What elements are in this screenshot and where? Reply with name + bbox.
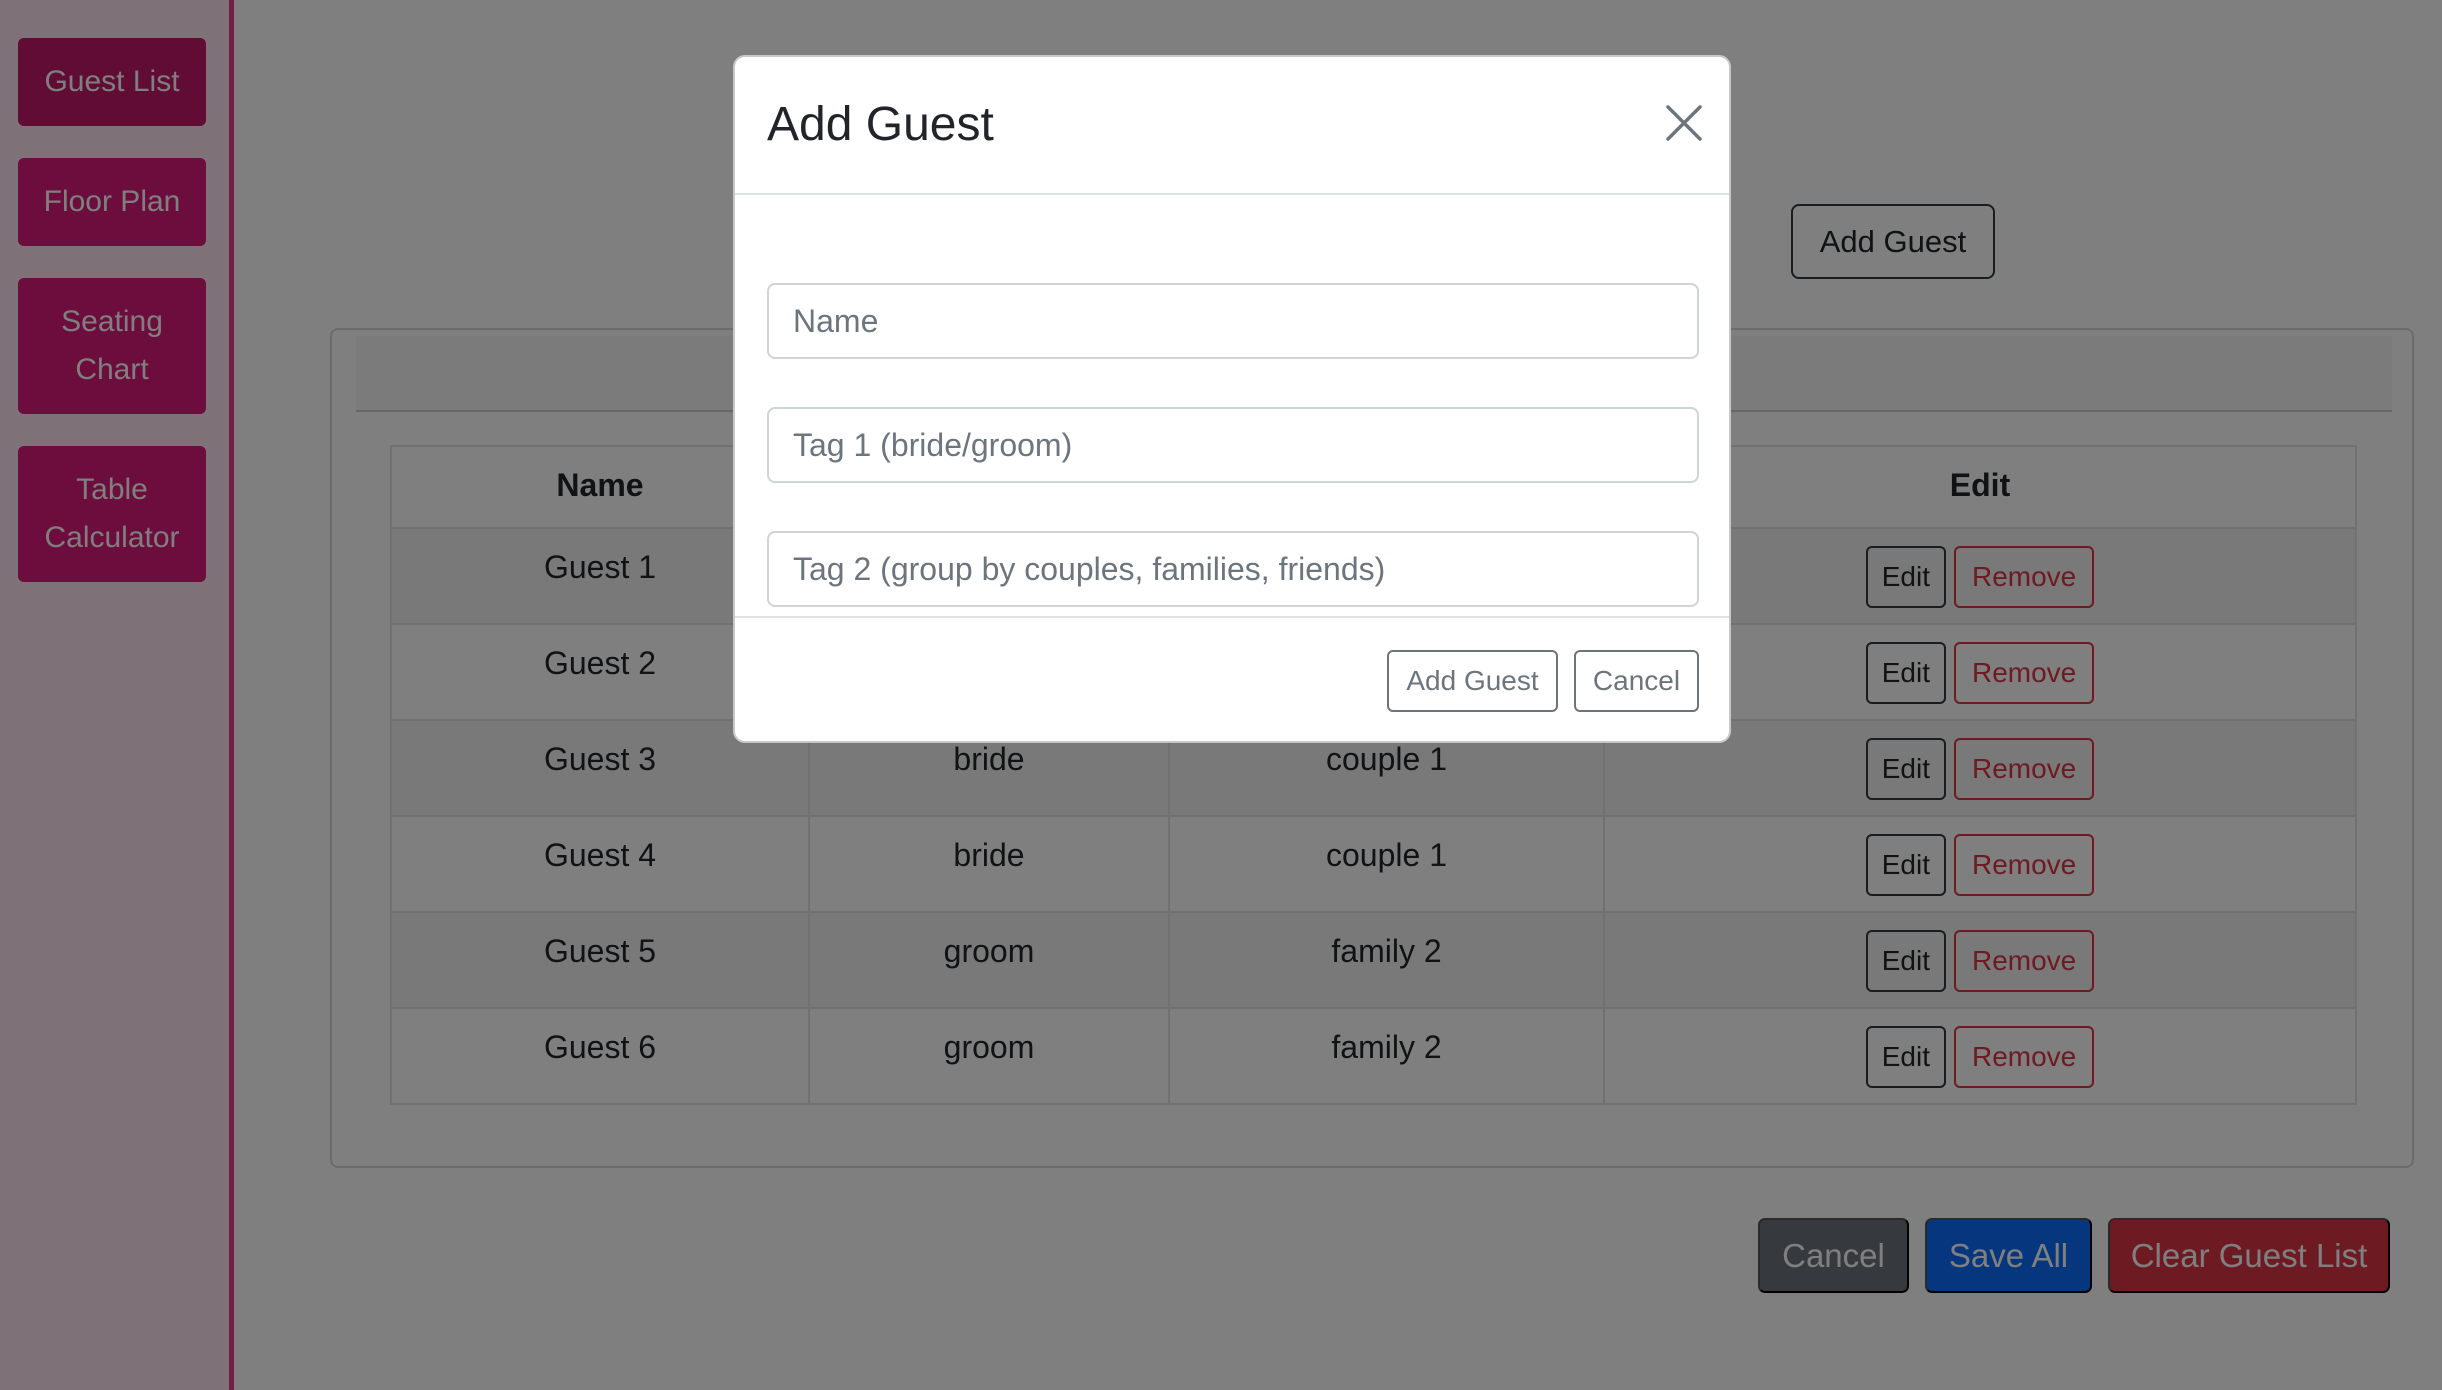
name-input[interactable]	[767, 283, 1699, 359]
modal-cancel-button[interactable]: Cancel	[1574, 650, 1699, 712]
modal-footer: Add Guest Cancel	[735, 616, 1729, 741]
modal-header: Add Guest	[735, 57, 1729, 195]
close-button[interactable]	[1663, 102, 1705, 144]
add-guest-modal: Add Guest Add Guest Cancel	[733, 55, 1731, 743]
tag2-input[interactable]	[767, 531, 1699, 607]
modal-add-guest-button[interactable]: Add Guest	[1387, 650, 1558, 712]
tag1-input[interactable]	[767, 407, 1699, 483]
close-icon	[1666, 105, 1702, 141]
modal-title: Add Guest	[767, 98, 994, 151]
modal-body	[735, 195, 1729, 672]
